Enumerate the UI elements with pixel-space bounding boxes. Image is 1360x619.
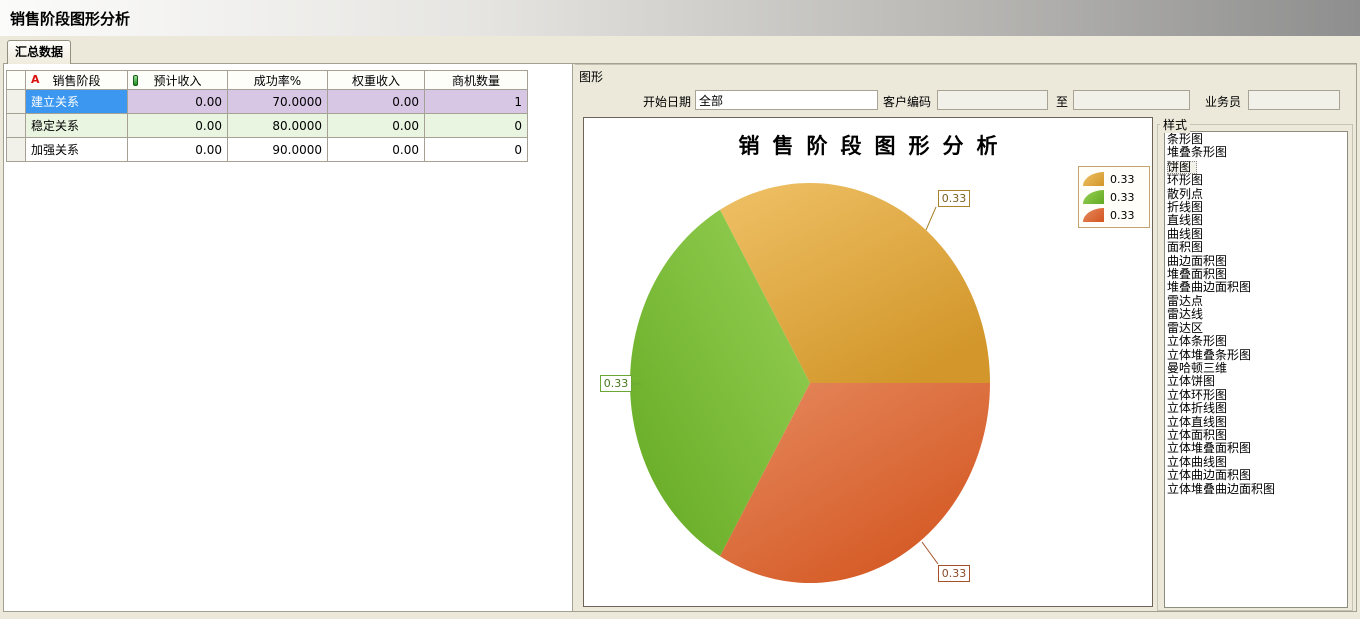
- customer-code-input[interactable]: [937, 90, 1048, 110]
- row-indicator-header: [7, 71, 26, 90]
- row-indicator[interactable]: [7, 114, 26, 138]
- pie-wedge-icon: [1083, 208, 1104, 222]
- style-list-item[interactable]: 立体曲边面积图: [1167, 469, 1347, 482]
- style-list-item[interactable]: 条形图: [1167, 133, 1347, 146]
- cell-success-rate[interactable]: 90.0000: [228, 138, 328, 162]
- row-indicator[interactable]: [7, 90, 26, 114]
- cell-stage[interactable]: 加强关系: [26, 138, 128, 162]
- cell-stage[interactable]: 稳定关系: [26, 114, 128, 138]
- style-list-item[interactable]: 堆叠面积图: [1167, 268, 1347, 281]
- style-list-item[interactable]: 立体堆叠曲边面积图: [1167, 483, 1347, 496]
- style-list-item[interactable]: 面积图: [1167, 241, 1347, 254]
- style-list-item[interactable]: 堆叠条形图: [1167, 146, 1347, 159]
- cell-expected-revenue[interactable]: 0.00: [128, 90, 228, 114]
- style-list-item[interactable]: 立体堆叠条形图: [1167, 349, 1347, 362]
- column-header-opportunity-count[interactable]: 商机数量: [425, 71, 528, 90]
- graph-panel-label: 图形: [579, 68, 603, 85]
- pie-svg: [584, 118, 1152, 606]
- chart-title: 销售阶段图形分析: [584, 130, 1152, 160]
- legend-value: 0.33: [1110, 173, 1135, 186]
- column-header-stage[interactable]: A销售阶段: [26, 71, 128, 90]
- style-list[interactable]: 条形图堆叠条形图饼图环形图散列点折线图直线图曲线图面积图曲边面积图堆叠面积图堆叠…: [1164, 131, 1348, 608]
- legend-value: 0.33: [1110, 209, 1135, 222]
- cell-success-rate[interactable]: 70.0000: [228, 90, 328, 114]
- style-list-item[interactable]: 折线图: [1167, 201, 1347, 214]
- salesman-input[interactable]: [1248, 90, 1340, 110]
- start-date-input[interactable]: [695, 90, 878, 110]
- style-list-item[interactable]: 立体直线图: [1167, 416, 1347, 429]
- style-list-item[interactable]: 雷达点: [1167, 295, 1347, 308]
- style-list-item[interactable]: 立体饼图: [1167, 375, 1347, 388]
- table-row[interactable]: 加强关系 0.00 90.0000 0.00 0: [7, 138, 528, 162]
- style-panel-label: 样式: [1160, 116, 1190, 133]
- pie-slice-label: 0.33: [938, 565, 970, 582]
- style-list-item[interactable]: 立体堆叠面积图: [1167, 442, 1347, 455]
- cell-weighted-revenue[interactable]: 0.00: [328, 90, 425, 114]
- filter-bar-icon: [133, 75, 138, 86]
- cell-success-rate[interactable]: 80.0000: [228, 114, 328, 138]
- style-list-item[interactable]: 立体条形图: [1167, 335, 1347, 348]
- legend-item: 0.33: [1083, 188, 1145, 206]
- page-title: 销售阶段图形分析: [10, 8, 130, 29]
- legend-value: 0.33: [1110, 191, 1135, 204]
- column-header-success-rate[interactable]: 成功率%: [228, 71, 328, 90]
- style-list-item[interactable]: 直线图: [1167, 214, 1347, 227]
- cell-weighted-revenue[interactable]: 0.00: [328, 138, 425, 162]
- style-list-item[interactable]: 曲线图: [1167, 228, 1347, 241]
- style-list-item[interactable]: 堆叠曲边面积图: [1167, 281, 1347, 294]
- chart-box: 销售阶段图形分析 0.33 0.33 0.33 0.33 0.33 0.33: [583, 117, 1153, 607]
- style-list-item[interactable]: 立体折线图: [1167, 402, 1347, 415]
- pie-slice-label: 0.33: [938, 190, 970, 207]
- pie-wedge-icon: [1083, 172, 1104, 186]
- style-list-item[interactable]: 曲边面积图: [1167, 255, 1347, 268]
- cell-opportunity-count[interactable]: 1: [425, 90, 528, 114]
- pie-slice-label: 0.33: [600, 375, 632, 392]
- row-indicator[interactable]: [7, 138, 26, 162]
- style-list-item[interactable]: 环形图: [1167, 174, 1347, 187]
- cell-expected-revenue[interactable]: 0.00: [128, 114, 228, 138]
- cell-stage[interactable]: 建立关系: [26, 90, 128, 114]
- chart-legend: 0.33 0.33 0.33: [1078, 166, 1150, 228]
- column-header-weighted-revenue[interactable]: 权重收入: [328, 71, 425, 90]
- cell-weighted-revenue[interactable]: 0.00: [328, 114, 425, 138]
- pie-wedge-icon: [1083, 190, 1104, 204]
- column-header-expected-revenue[interactable]: 预计收入: [128, 71, 228, 90]
- customer-code-to-input[interactable]: [1073, 90, 1190, 110]
- customer-code-label: 客户编码: [883, 93, 931, 110]
- cell-opportunity-count[interactable]: 0: [425, 138, 528, 162]
- legend-item: 0.33: [1083, 170, 1145, 188]
- table-row[interactable]: 稳定关系 0.00 80.0000 0.00 0: [7, 114, 528, 138]
- legend-item: 0.33: [1083, 206, 1145, 224]
- tab-summary-data[interactable]: 汇总数据: [7, 40, 71, 64]
- label-connector-line: [922, 542, 938, 564]
- style-list-item[interactable]: 饼图: [1167, 161, 1197, 174]
- sort-letter-icon: A: [31, 73, 40, 86]
- cell-opportunity-count[interactable]: 0: [425, 114, 528, 138]
- cell-expected-revenue[interactable]: 0.00: [128, 138, 228, 162]
- table-header-row: A销售阶段 预计收入 成功率% 权重收入 商机数量: [7, 71, 528, 90]
- style-list-item[interactable]: 雷达线: [1167, 308, 1347, 321]
- tab-strip: [0, 36, 1360, 63]
- summary-table: A销售阶段 预计收入 成功率% 权重收入 商机数量 建立关系 0.00 70.0…: [6, 70, 528, 162]
- to-label: 至: [1056, 93, 1068, 110]
- window-title-bar: 销售阶段图形分析: [0, 0, 1360, 36]
- table-row[interactable]: 建立关系 0.00 70.0000 0.00 1: [7, 90, 528, 114]
- start-date-label: 开始日期: [643, 93, 691, 110]
- salesman-label: 业务员: [1205, 93, 1241, 110]
- label-connector-line: [926, 207, 936, 230]
